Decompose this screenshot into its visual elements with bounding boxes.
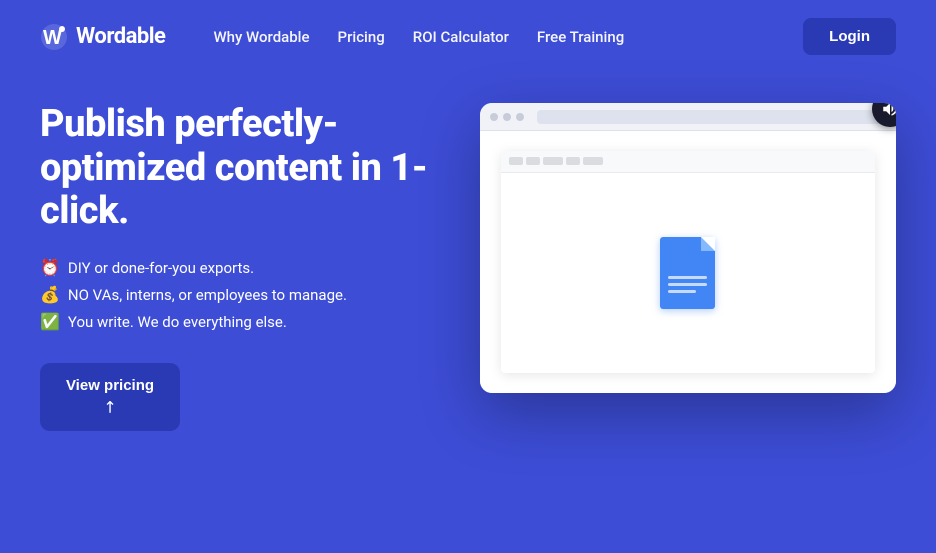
browser-content (480, 131, 896, 393)
toolbar-btn-4 (566, 157, 580, 165)
editor-mockup (501, 151, 875, 374)
hero-right (480, 93, 896, 393)
nav-pricing[interactable]: Pricing (338, 28, 385, 46)
hero-section: Publish perfectly-optimized content in 1… (0, 73, 936, 461)
feature-item-1: ⏰ DIY or done-for-you exports. (40, 258, 440, 277)
hero-left: Publish perfectly-optimized content in 1… (40, 93, 440, 431)
speaker-icon (881, 103, 896, 118)
wordable-logo-icon: W (40, 23, 68, 51)
browser-toolbar (480, 103, 896, 131)
feature-item-3: ✅ You write. We do everything else. (40, 312, 440, 331)
browser-dot-2 (503, 113, 511, 121)
svg-text:W: W (43, 27, 62, 49)
login-button[interactable]: Login (803, 18, 896, 55)
brand-name: Wordable (76, 24, 165, 49)
nav-why-wordable[interactable]: Why Wordable (213, 28, 309, 46)
toolbar-btn-2 (526, 157, 540, 165)
feature-2-text: NO VAs, interns, or employees to manage. (68, 286, 347, 304)
browser-mockup (480, 103, 896, 393)
toolbar-btn-3 (543, 157, 563, 165)
toolbar-btn-1 (509, 157, 523, 165)
nav-roi-calculator[interactable]: ROI Calculator (413, 28, 509, 46)
browser-dot-3 (516, 113, 524, 121)
editor-body (501, 173, 875, 374)
feature-1-emoji: ⏰ (40, 258, 60, 277)
feature-2-emoji: 💰 (40, 285, 60, 304)
hero-heading: Publish perfectly-optimized content in 1… (40, 103, 440, 234)
google-docs-icon (660, 237, 715, 309)
nav-links: Why Wordable Pricing ROI Calculator Free… (213, 28, 771, 46)
cta-view-pricing-button[interactable]: View pricing ↗ (40, 363, 180, 431)
navigation: W Wordable Why Wordable Pricing ROI Calc… (0, 0, 936, 73)
feature-item-2: 💰 NO VAs, interns, or employees to manag… (40, 285, 440, 304)
gdocs-line-2 (668, 283, 707, 286)
feature-3-text: You write. We do everything else. (68, 313, 287, 331)
gdocs-line-3 (668, 290, 695, 293)
browser-address-bar (537, 110, 882, 124)
gdocs-line-1 (668, 276, 707, 279)
gdocs-page (660, 237, 715, 309)
editor-toolbar (501, 151, 875, 173)
feature-3-emoji: ✅ (40, 312, 60, 331)
browser-dot-1 (490, 113, 498, 121)
toolbar-btn-5 (583, 157, 603, 165)
nav-free-training[interactable]: Free Training (537, 28, 624, 46)
page-wrapper: W Wordable Why Wordable Pricing ROI Calc… (0, 0, 936, 553)
gdocs-lines (668, 276, 707, 297)
feature-1-text: DIY or done-for-you exports. (68, 259, 254, 277)
logo-area[interactable]: W Wordable (40, 23, 165, 51)
hero-features-list: ⏰ DIY or done-for-you exports. 💰 NO VAs,… (40, 258, 440, 331)
